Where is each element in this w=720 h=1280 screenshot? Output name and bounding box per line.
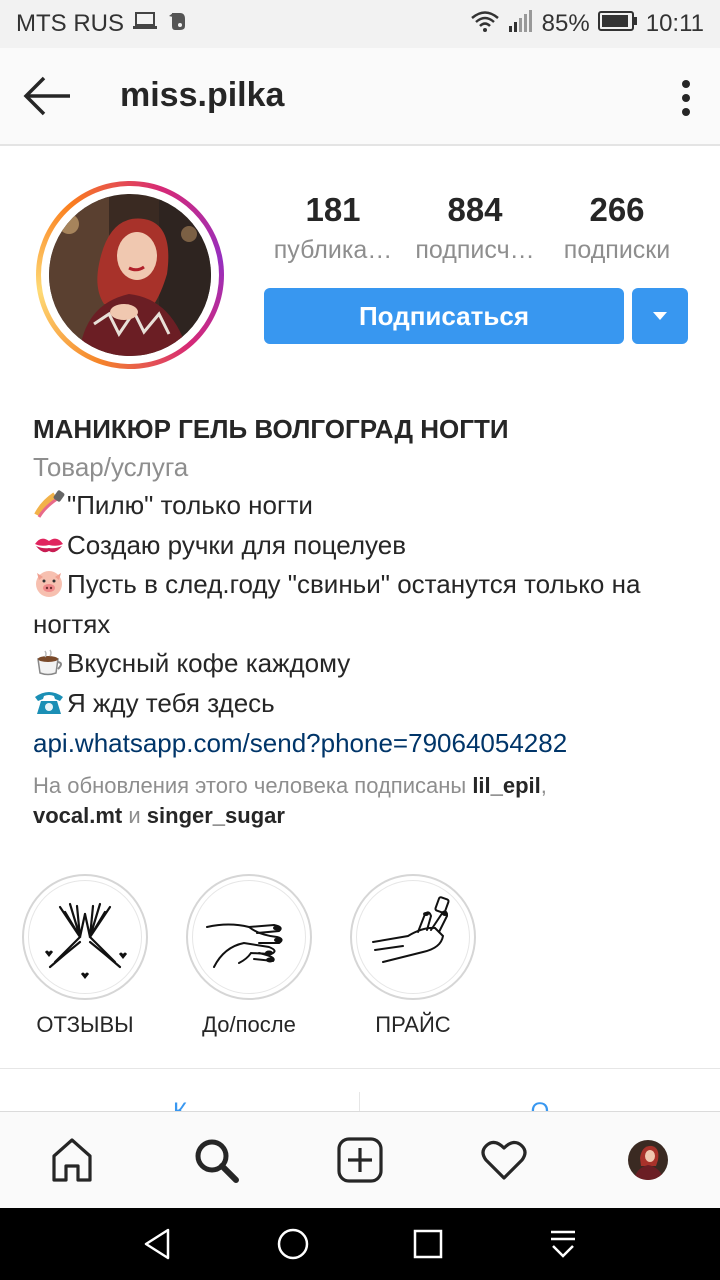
profile-avatar: [628, 1140, 668, 1180]
laptop-icon: [132, 10, 158, 38]
signal-icon: [508, 9, 534, 40]
followed-by-text: На обновления этого человека подписаны l…: [33, 771, 693, 831]
circle-home-icon: [277, 1228, 308, 1260]
caret-down-icon: [653, 312, 667, 320]
arrow-left-icon: [23, 76, 70, 116]
system-notifications-button[interactable]: [533, 1214, 593, 1274]
system-navigation-bar: [0, 1208, 720, 1280]
separator-text: ,: [540, 773, 547, 798]
story-highlights: ОТЗЫВЫ До/после ПРАЙС: [22, 874, 476, 1038]
battery-icon: [597, 10, 638, 39]
heart-icon: [481, 1140, 527, 1180]
highlight-before-after[interactable]: До/после: [186, 874, 312, 1038]
profile-stats: 181 публика… 884 подписч… 266 подписки: [262, 190, 688, 265]
highlight-label: ПРАЙС: [375, 1012, 451, 1037]
avatar-border: [41, 186, 219, 364]
nail-polish-icon: [33, 489, 65, 519]
nav-profile[interactable]: [618, 1130, 678, 1190]
following-count: 266: [589, 191, 645, 228]
tab-contact-peek[interactable]: К: [0, 1098, 360, 1112]
hand-polish-icon: [372, 896, 450, 963]
following-label: подписки: [563, 236, 671, 264]
highlight-cover: [350, 874, 476, 1000]
bio-line-text: Вкусный кофе каждому: [67, 648, 351, 678]
highlight-cover: [186, 874, 312, 1000]
status-bar: MTS RUS 85% 10:11: [0, 0, 720, 48]
battery-percent: 85%: [541, 10, 590, 37]
story-ring[interactable]: [36, 181, 224, 369]
stat-following[interactable]: 266 подписки: [546, 190, 688, 265]
highlight-price[interactable]: ПРАЙС: [350, 874, 476, 1038]
bio-line: Я жду тебя здесь: [33, 684, 693, 724]
stat-posts[interactable]: 181 публика…: [262, 190, 404, 265]
status-right: 85% 10:11: [470, 9, 704, 40]
highlight-cover-inner: [192, 880, 306, 994]
followed-by-prefix: На обновления этого человека подписаны: [33, 773, 473, 798]
nav-search[interactable]: [186, 1130, 246, 1190]
bio-line: Пусть в след.году "свиньи" останутся тол…: [33, 565, 693, 644]
nav-new-post[interactable]: [330, 1130, 390, 1190]
highlight-label: До/после: [202, 1012, 296, 1037]
posts-label: публика…: [273, 236, 393, 264]
bio-category: Товар/услуга: [33, 452, 189, 482]
search-icon: [195, 1139, 239, 1183]
system-home-button[interactable]: [263, 1214, 323, 1274]
carrier-name: MTS RUS: [16, 10, 124, 37]
highlight-cover-inner: [28, 880, 142, 994]
manicure-hands-icon: [206, 923, 283, 968]
pull-down-icon: [550, 1230, 575, 1258]
wifi-icon: [470, 9, 500, 40]
telephone-icon: [33, 687, 65, 717]
bio-line: Вкусный кофе каждому: [33, 644, 693, 684]
hands-hearts-icon: [45, 902, 127, 979]
kiss-mark-icon: [33, 529, 65, 559]
bio-line-text: Пусть в след.году "свиньи" останутся тол…: [33, 569, 641, 639]
follower-link[interactable]: singer_sugar: [147, 803, 285, 828]
bio-line-text: Я жду тебя здесь: [67, 687, 275, 718]
suggestions-dropdown-button[interactable]: [632, 288, 688, 344]
follower-link[interactable]: lil_epil: [472, 773, 540, 798]
clock: 10:11: [645, 10, 704, 37]
bottom-navigation: [0, 1111, 720, 1208]
highlight-cover-inner: [356, 880, 470, 994]
bio-line-text: "Пилю" только ногти: [67, 490, 313, 520]
more-options-button[interactable]: [678, 76, 694, 120]
back-button[interactable]: [22, 74, 74, 118]
bio-line: "Пилю" только ногти: [33, 486, 693, 526]
profile-avatar: [49, 194, 211, 356]
instagram-profile-screen: MTS RUS 85% 10:11 miss.pilka 181 публика…: [0, 0, 720, 1280]
more-vertical-icon: [682, 80, 690, 116]
status-left: MTS RUS: [16, 10, 188, 39]
nav-activity[interactable]: [474, 1130, 534, 1190]
evernote-icon: [166, 10, 188, 39]
profile-username: miss.pilka: [120, 76, 285, 114]
coffee-icon: [33, 647, 65, 677]
stat-followers[interactable]: 884 подписч…: [404, 190, 546, 265]
highlight-cover: [22, 874, 148, 1000]
followers-count: 884: [447, 191, 503, 228]
follower-link[interactable]: vocal.mt: [33, 803, 122, 828]
profile-top-bar: miss.pilka: [0, 48, 720, 146]
nav-home[interactable]: [42, 1130, 102, 1190]
pig-face-icon: [33, 568, 65, 598]
tab-info-peek[interactable]: О: [360, 1098, 720, 1112]
home-icon: [52, 1138, 92, 1182]
follow-button[interactable]: Подписаться: [264, 288, 624, 344]
system-recents-button[interactable]: [398, 1214, 458, 1274]
bio-line: Создаю ручки для поцелуев: [33, 526, 693, 566]
triangle-back-icon: [144, 1228, 169, 1260]
square-recents-icon: [413, 1229, 442, 1259]
bio-full-name: МАНИКЮР ГЕЛЬ ВОЛГОГРАД НОГТИ: [33, 414, 509, 444]
profile-bio: МАНИКЮР ГЕЛЬ ВОЛГОГРАД НОГТИ Товар/услуг…: [33, 410, 693, 831]
and-text: и: [122, 803, 147, 828]
bio-line-text: Создаю ручки для поцелуев: [67, 529, 407, 560]
section-divider: [0, 1068, 720, 1069]
bio-website-link[interactable]: api.whatsapp.com/send?phone=79064054282: [33, 723, 693, 763]
highlight-reviews[interactable]: ОТЗЫВЫ: [22, 874, 148, 1038]
add-post-icon: [337, 1137, 383, 1183]
system-back-button[interactable]: [128, 1214, 188, 1274]
posts-count: 181: [305, 191, 361, 228]
followers-label: подписч…: [415, 236, 535, 264]
highlight-label: ОТЗЫВЫ: [36, 1012, 134, 1037]
